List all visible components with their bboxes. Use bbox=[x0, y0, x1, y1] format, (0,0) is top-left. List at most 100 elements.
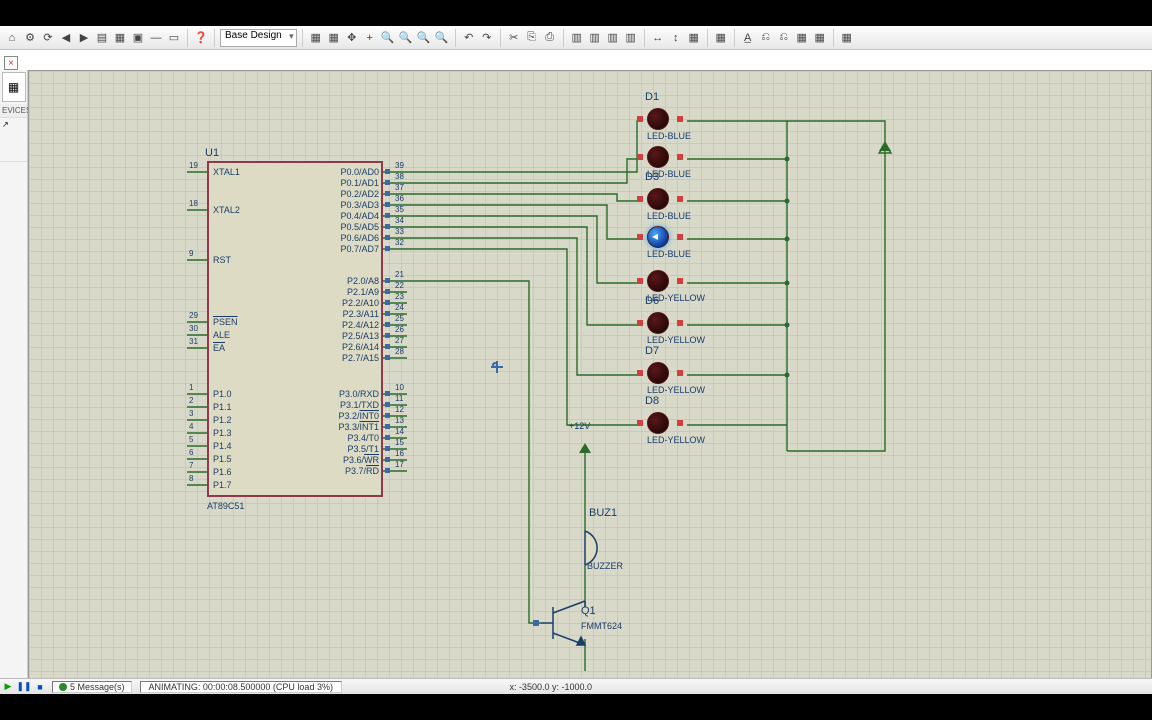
led-ref: D7 bbox=[645, 345, 659, 357]
pin-label: P0.1/AD1 bbox=[340, 178, 379, 188]
cut-icon[interactable]: ✂ bbox=[506, 30, 522, 46]
messages-button[interactable]: 5 Message(s) bbox=[52, 681, 132, 693]
center-icon[interactable]: + bbox=[362, 30, 378, 46]
led-8[interactable] bbox=[647, 412, 669, 434]
tab-close-button[interactable]: × bbox=[4, 56, 18, 70]
led-2[interactable] bbox=[647, 146, 669, 168]
tb-icon[interactable]: — bbox=[148, 30, 164, 46]
prev-icon[interactable]: ◀ bbox=[58, 30, 74, 46]
led-6[interactable] bbox=[647, 312, 669, 334]
block-icon[interactable]: ▥ bbox=[569, 30, 585, 46]
tb-icon[interactable]: ▣ bbox=[130, 30, 146, 46]
pin-label: PSEN bbox=[213, 317, 238, 327]
flip-h-icon[interactable]: ↔ bbox=[650, 30, 666, 46]
design-combo[interactable]: Base Design bbox=[220, 29, 297, 47]
pin-number: 39 bbox=[395, 161, 404, 170]
pin-number: 21 bbox=[395, 270, 404, 279]
led-ref: D3 bbox=[645, 171, 659, 183]
pin-label: EA bbox=[213, 343, 225, 353]
pin-label: P3.2/INT0 bbox=[338, 411, 379, 421]
buzzer-part: BUZZER bbox=[587, 561, 623, 571]
pin-number: 2 bbox=[189, 396, 193, 405]
copy-icon[interactable]: ⎘ bbox=[524, 30, 540, 46]
pin-label: P3.0/RXD bbox=[339, 389, 379, 399]
pin-number: 30 bbox=[189, 324, 198, 333]
stop-icon[interactable]: ■ bbox=[32, 682, 48, 692]
led-cathode-pad bbox=[677, 320, 683, 326]
help-icon[interactable]: ❓ bbox=[193, 30, 209, 46]
tb-icon[interactable]: ⎌ bbox=[776, 30, 792, 46]
zoom-fit-icon[interactable]: 🔍 bbox=[416, 30, 432, 46]
led-ref: D8 bbox=[645, 395, 659, 407]
led-3[interactable] bbox=[647, 188, 669, 210]
pin-number: 37 bbox=[395, 183, 404, 192]
pin-label: XTAL2 bbox=[213, 205, 240, 215]
tb-icon[interactable]: ▤ bbox=[94, 30, 110, 46]
pin-label: P3.5/T1 bbox=[347, 444, 379, 454]
zoom-in-icon[interactable]: 🔍 bbox=[380, 30, 396, 46]
led-5[interactable] bbox=[647, 270, 669, 292]
pin-number: 32 bbox=[395, 238, 404, 247]
tb-icon[interactable]: ▦ bbox=[112, 30, 128, 46]
main-toolbar: ⌂ ⚙ ⟳ ◀ ▶ ▤ ▦ ▣ — ▭ ❓ Base Design ▦ ▦ ✥ … bbox=[0, 26, 1152, 50]
led-anode-pad bbox=[637, 320, 643, 326]
pin-label: P1.7 bbox=[213, 480, 232, 490]
pin-label: P2.1/A9 bbox=[347, 287, 379, 297]
tb-icon[interactable]: ⎌ bbox=[758, 30, 774, 46]
text-tool-icon[interactable]: A̲ bbox=[740, 30, 756, 46]
pin-number: 18 bbox=[189, 199, 198, 208]
tb-icon[interactable]: ▭ bbox=[166, 30, 182, 46]
refresh-icon[interactable]: ⟳ bbox=[40, 30, 56, 46]
next-icon[interactable]: ▶ bbox=[76, 30, 92, 46]
led-anode-pad bbox=[637, 196, 643, 202]
pin-label: P3.3/INT1 bbox=[338, 422, 379, 432]
play-icon[interactable]: ▶ bbox=[0, 681, 16, 692]
block-icon[interactable]: ▥ bbox=[623, 30, 639, 46]
schematic-canvas[interactable]: U1 AT89C51 19 XTAL118 XTAL29 RST29 PSEN3… bbox=[28, 70, 1152, 680]
pin-label: P3.6/WR bbox=[343, 455, 379, 465]
led-4[interactable] bbox=[647, 226, 669, 248]
pin-number: 15 bbox=[395, 438, 404, 447]
pan-icon[interactable]: ✥ bbox=[344, 30, 360, 46]
pin-label: P1.0 bbox=[213, 389, 232, 399]
flip-v-icon[interactable]: ↕ bbox=[668, 30, 684, 46]
tb-icon[interactable]: ▦ bbox=[794, 30, 810, 46]
pin-label: P0.7/AD7 bbox=[340, 244, 379, 254]
paste-icon[interactable]: ⎙ bbox=[542, 30, 558, 46]
led-cathode-pad bbox=[677, 370, 683, 376]
pin-number: 4 bbox=[189, 422, 193, 431]
pin-label: P0.0/AD0 bbox=[340, 167, 379, 177]
block-icon[interactable]: ▥ bbox=[587, 30, 603, 46]
grid-icon[interactable]: ▦ bbox=[308, 30, 324, 46]
transistor-ref: Q1 bbox=[581, 605, 596, 617]
undo-icon[interactable]: ↶ bbox=[461, 30, 477, 46]
redo-icon[interactable]: ↷ bbox=[479, 30, 495, 46]
led-1[interactable] bbox=[647, 108, 669, 130]
led-cathode-pad bbox=[677, 154, 683, 160]
block-icon[interactable]: ▥ bbox=[605, 30, 621, 46]
led-anode-pad bbox=[637, 420, 643, 426]
pin-label: RST bbox=[213, 255, 231, 265]
chip-part: AT89C51 bbox=[207, 501, 244, 511]
pin-number: 8 bbox=[189, 474, 193, 483]
grid-icon[interactable]: ▦ bbox=[326, 30, 342, 46]
zoom-area-icon[interactable]: 🔍 bbox=[434, 30, 450, 46]
tb-icon[interactable]: ▦ bbox=[812, 30, 828, 46]
overview-icon[interactable]: ▦ bbox=[2, 72, 26, 102]
led-7[interactable] bbox=[647, 362, 669, 384]
zoom-out-icon[interactable]: 🔍 bbox=[398, 30, 414, 46]
pin-number: 36 bbox=[395, 194, 404, 203]
pin-number: 17 bbox=[395, 460, 404, 469]
pin-label: P2.3/A11 bbox=[343, 309, 379, 319]
pin-label: P2.4/A12 bbox=[342, 320, 379, 330]
pin-number: 6 bbox=[189, 448, 193, 457]
tb-icon[interactable]: ▦ bbox=[713, 30, 729, 46]
home-icon[interactable]: ⌂ bbox=[4, 30, 20, 46]
pause-icon[interactable]: ❚❚ bbox=[16, 681, 32, 692]
tb-icon[interactable]: ▦ bbox=[839, 30, 855, 46]
settings-icon[interactable]: ⚙ bbox=[22, 30, 38, 46]
device-list[interactable]: ↗ bbox=[0, 118, 27, 162]
led-part: LED-YELLOW bbox=[647, 435, 705, 445]
pin-label: P0.5/AD5 bbox=[340, 222, 379, 232]
rotate-icon[interactable]: ▦ bbox=[686, 30, 702, 46]
